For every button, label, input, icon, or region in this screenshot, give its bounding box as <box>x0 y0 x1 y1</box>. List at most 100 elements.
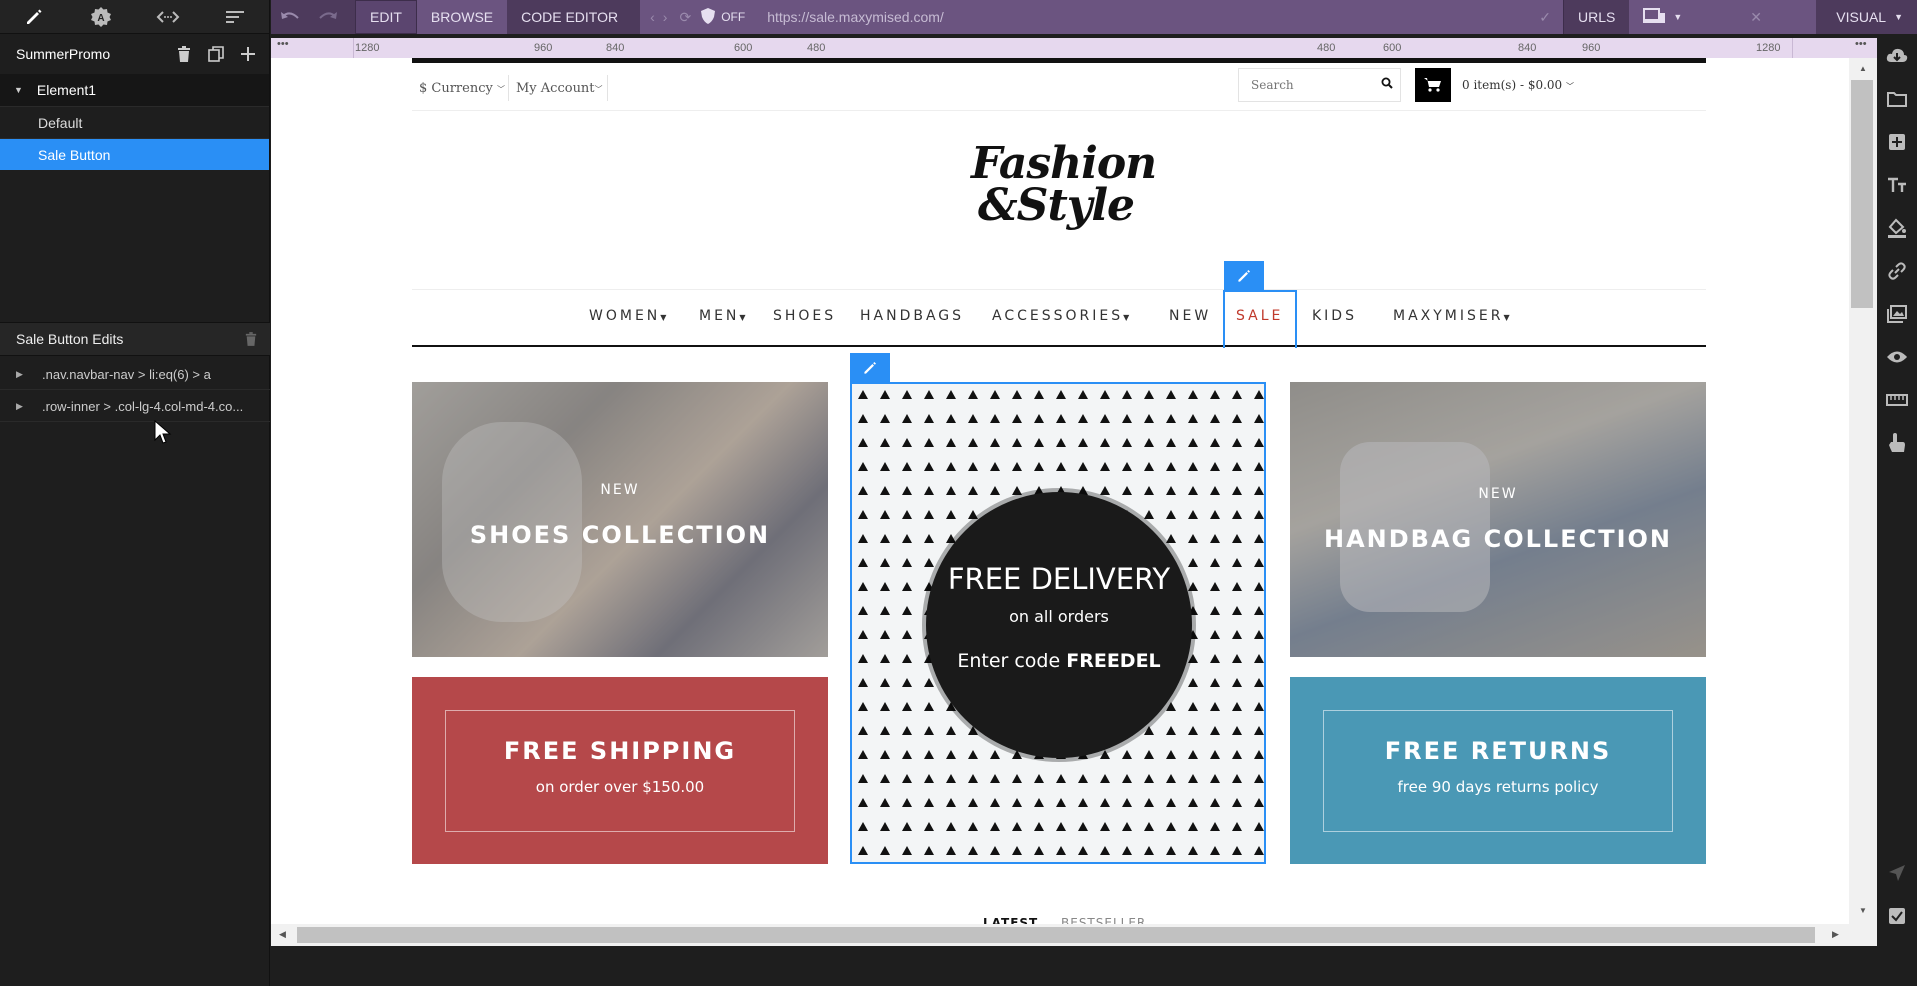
copy-icon[interactable] <box>207 45 225 63</box>
edit-selector: .row-inner > .col-lg-4.col-md-4.co... <box>42 398 244 414</box>
code-editor-button[interactable]: CODE EDITOR <box>507 0 633 34</box>
visual-label: VISUAL <box>1836 9 1887 25</box>
tree-element[interactable]: ▼ Element1 <box>0 74 269 106</box>
nav-accessories[interactable]: ACCESSORIES▼ <box>992 308 1132 324</box>
tab-edit[interactable] <box>0 0 67 33</box>
nav-kids[interactable]: KIDS <box>1312 308 1357 324</box>
nav-maxymiser[interactable]: MAXYMISER▼ <box>1393 308 1513 324</box>
nav-women[interactable]: WOMEN▼ <box>589 308 669 324</box>
device-selector[interactable]: ▼ <box>1629 0 1697 34</box>
edits-title: Sale Button Edits <box>16 331 124 347</box>
ruler-icon[interactable] <box>1877 378 1917 421</box>
pencil-icon[interactable] <box>850 353 890 382</box>
tile-subtitle: free 90 days returns policy <box>1397 778 1599 796</box>
text-size-icon[interactable] <box>1877 163 1917 206</box>
horizontal-scrollbar[interactable]: ◀ ▶ <box>271 924 1877 946</box>
free-delivery-tile[interactable]: FREE DELIVERY on all orders Enter code F… <box>850 382 1266 864</box>
free-shipping-tile[interactable]: FREE SHIPPING on order over $150.00 <box>412 677 828 864</box>
scroll-thumb[interactable] <box>297 927 1815 943</box>
cloud-download-icon[interactable] <box>1877 34 1917 77</box>
more-icon[interactable]: ••• <box>277 38 289 50</box>
tab-latest[interactable]: LATEST <box>983 916 1038 924</box>
svg-text:A: A <box>97 13 104 24</box>
tile-title: FREE SHIPPING <box>503 737 737 765</box>
folder-icon[interactable] <box>1877 77 1917 120</box>
send-icon[interactable] <box>1877 851 1917 894</box>
variation-label: Default <box>38 114 83 131</box>
nav-sale[interactable]: SALE <box>1236 308 1283 324</box>
vertical-scrollbar[interactable]: ▲ ▼ <box>1849 58 1877 924</box>
more-icon[interactable]: ••• <box>1855 38 1867 50</box>
pencil-icon[interactable] <box>1224 261 1264 290</box>
shoes-collection-tile[interactable]: NEW SHOES COLLECTION <box>412 382 828 657</box>
tab-bestseller[interactable]: BESTSELLER <box>1061 916 1146 924</box>
experience-row: SummerPromo <box>0 34 269 74</box>
variation-sale-button[interactable]: Sale Button <box>0 138 269 170</box>
edit-mode-button[interactable]: EDIT <box>355 0 417 34</box>
sort-list-icon <box>226 10 245 23</box>
edit-item[interactable]: ▶ .row-inner > .col-lg-4.col-md-4.co... <box>0 391 270 422</box>
edit-item[interactable]: ▶ .nav.navbar-nav > li:eq(6) > a <box>0 359 270 390</box>
close-icon[interactable]: ✕ <box>1750 9 1762 26</box>
scroll-thumb[interactable] <box>1851 80 1873 308</box>
search-icon[interactable] <box>1381 76 1393 94</box>
tracking-toggle[interactable]: OFF <box>721 10 745 24</box>
caret-right-icon: ▶ <box>16 400 23 411</box>
link-icon[interactable] <box>1877 249 1917 292</box>
account-label: My Account <box>516 81 595 96</box>
tab-list[interactable] <box>202 0 269 33</box>
caret-down-icon: ▼ <box>1123 313 1133 322</box>
free-returns-tile[interactable]: FREE RETURNS free 90 days returns policy <box>1290 677 1706 864</box>
paint-bucket-icon[interactable] <box>1877 206 1917 249</box>
redo-icon[interactable] <box>309 0 347 34</box>
check-icon[interactable]: ✓ <box>1539 9 1551 26</box>
url-input[interactable]: https://sale.maxymised.com/ <box>767 9 1539 25</box>
tile-tag: NEW <box>600 482 640 498</box>
shield-icon[interactable] <box>701 7 716 27</box>
account-dropdown[interactable]: My Account﹀ <box>516 81 603 96</box>
tile-subtitle: on order over $150.00 <box>535 778 705 796</box>
tab-code[interactable] <box>135 0 202 33</box>
visual-mode-dropdown[interactable]: VISUAL ▼ <box>1822 0 1917 34</box>
promo-prefix: Enter code <box>957 650 1061 672</box>
top-toolbar: EDIT BROWSE CODE EDITOR ‹ › ⟳ OFF https:… <box>271 0 1917 34</box>
site-logo[interactable]: Fashion &Style <box>971 142 1157 228</box>
cart-summary[interactable]: 0 item(s) - $0.00 ﹀ <box>1462 78 1574 92</box>
hand-pointer-icon[interactable] <box>1877 421 1917 464</box>
experience-name[interactable]: SummerPromo <box>16 46 110 62</box>
device-icon <box>1643 7 1666 27</box>
tab-style[interactable]: A <box>67 0 134 33</box>
forward-icon[interactable]: › <box>663 9 668 25</box>
caret-down-icon: ▼ <box>14 85 23 95</box>
nav-men[interactable]: MEN▼ <box>699 308 749 324</box>
nav-new[interactable]: NEW <box>1169 308 1211 324</box>
trash-icon[interactable] <box>242 330 260 348</box>
cart-count: 0 <box>1462 78 1470 92</box>
edits-header: Sale Button Edits <box>0 322 270 356</box>
browse-mode-button[interactable]: BROWSE <box>416 0 508 34</box>
code-icon <box>156 10 180 23</box>
bottom-bar <box>271 946 1877 986</box>
eye-icon[interactable] <box>1877 335 1917 378</box>
handbag-collection-tile[interactable]: NEW HANDBAG COLLECTION <box>1290 382 1706 657</box>
urls-button[interactable]: URLS <box>1562 0 1629 34</box>
nav-shoes[interactable]: SHOES <box>773 308 836 324</box>
page-canvas: $ Currency ﹀ My Account﹀ 0 item(s) - $0.… <box>271 58 1849 924</box>
plus-icon[interactable] <box>239 45 257 63</box>
search-input[interactable] <box>1251 78 1381 92</box>
cart-icon[interactable] <box>1415 68 1451 102</box>
add-element-icon[interactable] <box>1877 120 1917 163</box>
nav-handbags[interactable]: HANDBAGS <box>860 308 964 324</box>
trash-icon[interactable] <box>175 45 193 63</box>
reload-icon[interactable]: ⟳ <box>679 9 691 26</box>
checkbox-icon[interactable] <box>1877 894 1917 937</box>
currency-dropdown[interactable]: $ Currency ﹀ <box>419 81 505 96</box>
tile-title: FREE DELIVERY <box>947 562 1171 596</box>
variation-default[interactable]: Default <box>0 106 269 138</box>
undo-icon[interactable] <box>271 0 309 34</box>
image-icon[interactable] <box>1877 292 1917 335</box>
site-header: $ Currency ﹀ My Account﹀ 0 item(s) - $0.… <box>412 63 1706 111</box>
search-box <box>1238 68 1401 102</box>
pencil-icon <box>26 9 42 24</box>
back-icon[interactable]: ‹ <box>650 9 655 25</box>
